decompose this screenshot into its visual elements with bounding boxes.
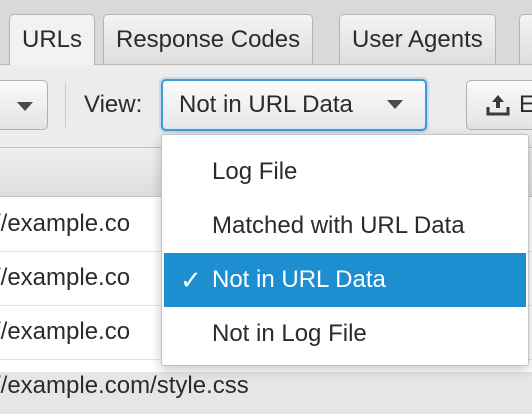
menu-item-label: Not in URL Data [212, 266, 386, 293]
menu-item-log-file[interactable]: Log File [164, 145, 526, 199]
menu-item-matched-with-url-data[interactable]: Matched with URL Data [164, 199, 526, 253]
table-cell-url: //example.co [0, 210, 131, 237]
view-select-value: Not in URL Data [179, 91, 353, 118]
tab-strip: URLs Response Codes User Agents [0, 0, 532, 65]
table-row[interactable]: //example.com/style.css [0, 359, 532, 414]
menu-item-not-in-log-file[interactable]: Not in Log File [164, 307, 526, 361]
menu-item-label: Matched with URL Data [212, 212, 465, 239]
chevron-down-icon [387, 100, 403, 109]
checkmark-icon: ✓ [180, 265, 202, 295]
table-cell-url: //example.co [0, 264, 131, 291]
menu-item-label: Not in Log File [212, 320, 367, 347]
export-button-label: E [519, 91, 532, 118]
export-icon [486, 95, 510, 116]
menu-item-label: Log File [212, 158, 298, 185]
view-select[interactable]: Not in URL Data [161, 79, 427, 131]
filter-dropdown[interactable] [0, 80, 48, 130]
table-cell-url: //example.co [0, 318, 131, 345]
view-label: View: [84, 91, 143, 118]
chevron-down-icon [17, 102, 33, 111]
tab-urls[interactable]: URLs [9, 14, 96, 65]
menu-item-not-in-url-data[interactable]: ✓ Not in URL Data [164, 253, 526, 307]
view-dropdown-menu: Log File Matched with URL Data ✓ Not in … [161, 134, 529, 366]
toolbar-separator [65, 83, 66, 127]
tab-user-agents[interactable]: User Agents [339, 14, 496, 64]
table-cell-url: //example.com/style.css [0, 372, 249, 399]
tab-overflow-right[interactable] [519, 14, 532, 64]
export-button[interactable]: E [466, 80, 532, 130]
tab-response-codes[interactable]: Response Codes [103, 14, 314, 64]
